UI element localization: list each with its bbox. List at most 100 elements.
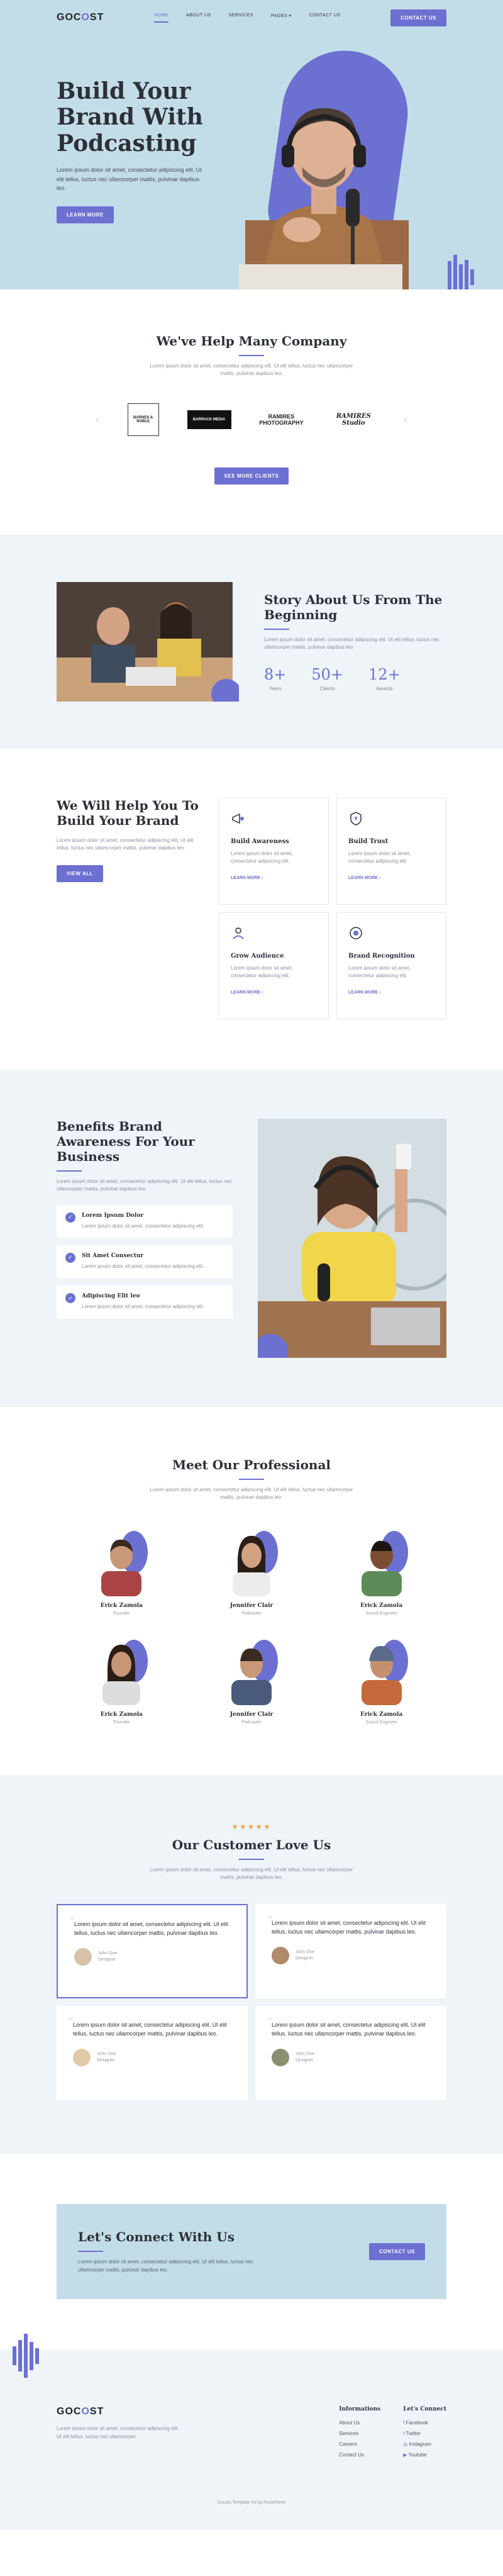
chevron-down-icon: ▾ xyxy=(289,13,292,18)
hero-description: Lorem ipsum dolor sit amet, consectetur … xyxy=(57,167,202,191)
learn-more-link[interactable]: LEARN MORE › xyxy=(348,990,434,995)
chevron-left-icon[interactable]: ‹ xyxy=(96,414,99,425)
benefit-item: ✓ Lorem Ipsum Dolor Lorem ipsum dolor sit… xyxy=(57,1204,233,1238)
logo-suffix: ST xyxy=(89,2406,104,2417)
team-member[interactable]: Jennifer Clair Podcaster xyxy=(187,1636,317,1725)
footer-col-title: Informations xyxy=(339,2406,381,2413)
cta-section: Let's Connect With Us Lorem ipsum dolor … xyxy=(0,2154,503,2349)
author-name: John Doe xyxy=(296,2052,314,2057)
learn-more-label: LEARN MORE xyxy=(231,990,261,995)
author-name: John Doe xyxy=(296,1950,314,1955)
title-divider xyxy=(239,355,264,356)
view-all-button[interactable]: VIEW ALL xyxy=(57,865,103,882)
nav-about[interactable]: ABOUT US xyxy=(186,13,211,23)
testimonial-card[interactable]: ❝ Lorem ipsum dolor sit amet, consectetu… xyxy=(57,2006,248,2101)
footer-info-col: Informations About Us Services Careers C… xyxy=(339,2406,380,2463)
testimonial-card[interactable]: ❝ Lorem ipsum dolor sit amet, consectetu… xyxy=(57,1904,248,1999)
podcaster-image xyxy=(239,108,409,289)
nav-home[interactable]: HOME xyxy=(154,13,169,23)
target-icon xyxy=(350,927,362,939)
see-more-clients-button[interactable]: SEE MORE CLIENTS xyxy=(214,467,289,484)
member-name: Erick Zamola xyxy=(100,1711,143,1718)
learn-more-button[interactable]: LEARN MORE xyxy=(57,206,114,224)
team-section: Meet Our Professional Lorem ipsum dolor … xyxy=(0,1407,503,1775)
twitter-icon: t xyxy=(403,2431,405,2437)
service-card[interactable]: Build Awareness Lorem ipsum dolor sit am… xyxy=(219,797,329,905)
footer-link-careers[interactable]: Careers xyxy=(339,2441,380,2447)
team-member[interactable]: Erick Zamola Founder xyxy=(57,1636,187,1725)
member-name: Erick Zamola xyxy=(100,1602,143,1609)
member-role: Sound Engineer xyxy=(365,1720,397,1725)
member-role: Podcaster xyxy=(241,1720,262,1725)
footer-link-instagram[interactable]: ◎ Instagram xyxy=(403,2441,446,2447)
cta-contact-button[interactable]: CONTACT US xyxy=(369,2243,425,2261)
clients-section: We've Help Many Company Lorem ipsum dolo… xyxy=(0,289,503,535)
learn-more-link[interactable]: LEARN MORE › xyxy=(231,876,317,880)
benefits-section: Benefits Brand Awareness For Your Busine… xyxy=(0,1069,503,1407)
social-label: Youtube xyxy=(408,2452,427,2458)
logo[interactable]: GOCOST xyxy=(57,12,104,23)
footer-link-twitter[interactable]: t Twitter xyxy=(403,2431,446,2436)
services-grid: Build Awareness Lorem ipsum dolor sit am… xyxy=(219,797,446,1019)
audience-icon xyxy=(233,927,244,939)
hero-section: GOCOST HOME ABOUT US SERVICES PAGES ▾ CO… xyxy=(0,0,503,289)
benefit-title: Sit Amet Consectur xyxy=(82,1252,144,1259)
footer-link-facebook[interactable]: f Facebook xyxy=(403,2420,446,2426)
footer-logo[interactable]: GOCOST xyxy=(57,2406,182,2417)
testimonial-card[interactable]: ❝ Lorem ipsum dolor sit amet, consectetu… xyxy=(255,2006,446,2101)
contact-us-button[interactable]: CONTACT US xyxy=(390,9,446,26)
stat-label: Years xyxy=(268,685,282,692)
footer-about: GOCOST Lorem ipsum dolor sit amet, conse… xyxy=(57,2406,182,2463)
member-name: Erick Zamola xyxy=(360,1602,403,1609)
footer-connect-col: Let's Connect f Facebook t Twitter ◎ Ins… xyxy=(403,2406,446,2463)
service-title: Build Trust xyxy=(348,837,389,845)
social-label: Instagram xyxy=(409,2441,431,2448)
member-photo xyxy=(361,1639,408,1705)
services-section: We Will Help You To Build Your Brand Lor… xyxy=(0,749,503,1070)
quote-icon: ❝ xyxy=(69,1914,75,1927)
avatar xyxy=(73,2049,91,2067)
team-member[interactable]: Erick Zamola Founder xyxy=(57,1527,187,1616)
nav-services[interactable]: SERVICES xyxy=(229,13,253,23)
nav-contact[interactable]: CONTACT US xyxy=(309,13,341,23)
footer-link-youtube[interactable]: ▶ Youtube xyxy=(403,2452,446,2458)
team-member[interactable]: Erick Zamola Sound Engineer xyxy=(316,1527,446,1616)
social-label: Twitter xyxy=(406,2431,421,2437)
title-divider xyxy=(57,1170,82,1172)
member-photo xyxy=(231,1639,278,1705)
team-member[interactable]: Erick Zamola Sound Engineer xyxy=(316,1636,446,1725)
testimonial-author: John Doe Designer xyxy=(272,2049,430,2067)
member-photo xyxy=(361,1530,408,1596)
service-title: Brand Recognition xyxy=(348,952,415,960)
avatar xyxy=(272,2049,289,2067)
learn-more-link[interactable]: LEARN MORE › xyxy=(348,876,434,880)
member-role: Founder xyxy=(113,1720,130,1725)
learn-more-label: LEARN MORE xyxy=(348,990,379,995)
learn-more-link[interactable]: LEARN MORE › xyxy=(231,990,317,995)
rating-stars-icon: ★★★★★ xyxy=(231,1822,272,1831)
service-card[interactable]: Brand Recognition Lorem ipsum dolor sit … xyxy=(336,912,446,1019)
benefits-title: Benefits Brand Awareness For Your Busine… xyxy=(57,1118,195,1164)
service-card[interactable]: Build Trust Lorem ipsum dolor sit amet, … xyxy=(336,797,446,905)
main-menu: HOME ABOUT US SERVICES PAGES ▾ CONTACT U… xyxy=(154,13,340,23)
title-divider xyxy=(239,1478,264,1480)
service-card[interactable]: Grow Audience Lorem ipsum dolor sit amet… xyxy=(219,912,329,1019)
testimonial-card[interactable]: ❝ Lorem ipsum dolor sit amet, consectetu… xyxy=(255,1904,446,1999)
chevron-right-icon[interactable]: › xyxy=(404,414,407,425)
footer-col-title: Let's Connect xyxy=(403,2406,446,2413)
avatar xyxy=(272,1947,289,1965)
team-member[interactable]: Jennifer Clair Podcaster xyxy=(187,1527,317,1616)
services-description: Lorem ipsum dolor sit amet, consectetur … xyxy=(57,837,194,851)
avatar xyxy=(74,1948,92,1966)
youtube-icon: ▶ xyxy=(403,2452,407,2458)
benefit-text: Lorem ipsum dolor sit amet, consectetur … xyxy=(82,1263,204,1269)
testimonial-quote: Lorem ipsum dolor sit amet, consectetur … xyxy=(272,1920,426,1935)
footer-link-contact[interactable]: Contact Us xyxy=(339,2452,380,2458)
nav-pages[interactable]: PAGES ▾ xyxy=(271,13,292,23)
footer-link-services[interactable]: Services xyxy=(339,2431,380,2436)
selfie-podcaster-image xyxy=(258,1118,446,1358)
benefit-text: Lorem ipsum dolor sit amet, consectetur … xyxy=(82,1304,204,1310)
footer-link-about[interactable]: About Us xyxy=(339,2420,380,2426)
clients-title: We've Help Many Company xyxy=(156,333,347,349)
service-title: Build Awareness xyxy=(231,837,289,845)
